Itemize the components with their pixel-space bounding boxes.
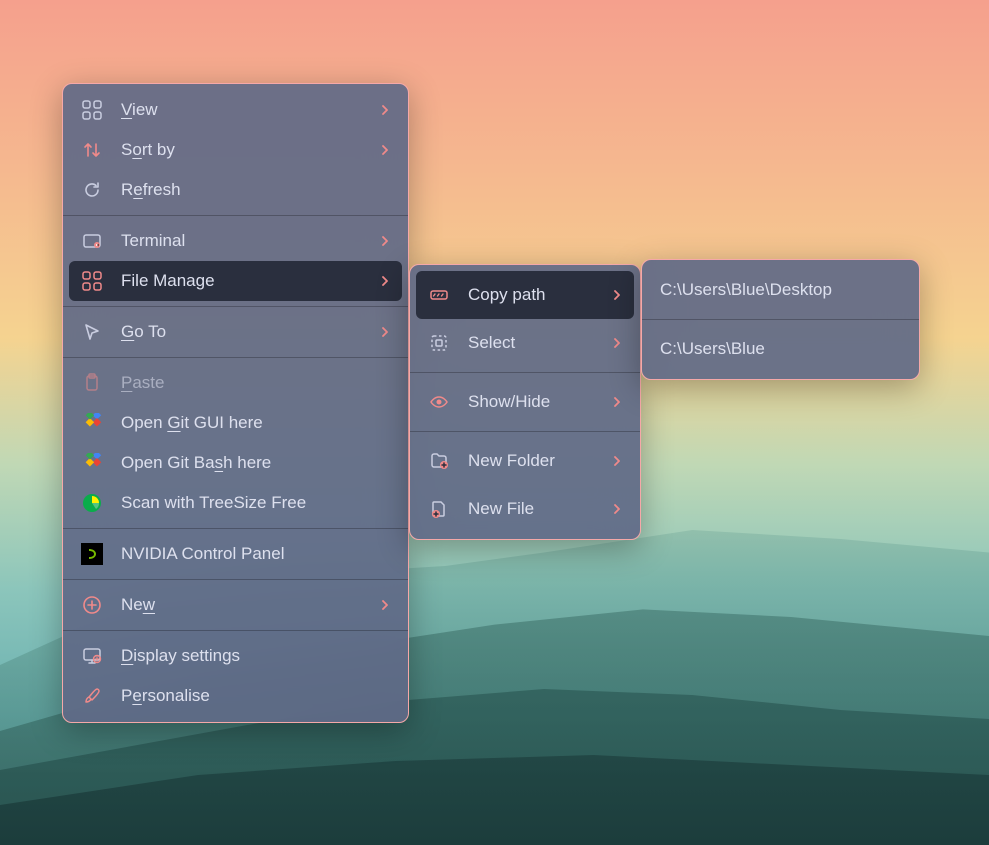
menu-item-sortby[interactable]: Sort by xyxy=(63,130,408,170)
cursor-icon xyxy=(81,321,103,343)
menu-item-label: New Folder xyxy=(468,451,612,471)
menu-item-label: Paste xyxy=(121,373,390,393)
menu-item-treesize[interactable]: Scan with TreeSize Free xyxy=(63,483,408,523)
menu-item-label: Select xyxy=(468,333,612,353)
context-menu-tertiary: C:\Users\Blue\Desktop C:\Users\Blue xyxy=(641,259,920,380)
menu-item-view[interactable]: View xyxy=(63,90,408,130)
nvidia-icon xyxy=(81,543,103,565)
menu-item-newfile[interactable]: New File xyxy=(410,485,640,533)
menu-separator xyxy=(410,372,640,373)
menu-item-label: C:\Users\Blue xyxy=(660,339,901,359)
git-icon xyxy=(81,452,103,474)
menu-separator xyxy=(63,579,408,580)
treesize-icon xyxy=(81,492,103,514)
menu-separator xyxy=(410,431,640,432)
menu-item-label: Copy path xyxy=(468,285,612,305)
folder-plus-icon xyxy=(428,450,450,472)
chevron-right-icon xyxy=(612,397,622,407)
chevron-right-icon xyxy=(380,236,390,246)
brush-icon xyxy=(81,685,103,707)
menu-item-showhide[interactable]: Show/Hide xyxy=(410,378,640,426)
menu-item-label: Terminal xyxy=(121,231,380,251)
menu-item-label: NVIDIA Control Panel xyxy=(121,544,390,564)
menu-item-label: New xyxy=(121,595,380,615)
grid-icon xyxy=(81,99,103,121)
menu-item-display[interactable]: Display settings xyxy=(63,636,408,676)
select-icon xyxy=(428,332,450,354)
menu-item-label: Personalise xyxy=(121,686,390,706)
menu-item-select[interactable]: Select xyxy=(410,319,640,367)
menu-item-newfolder[interactable]: New Folder xyxy=(410,437,640,485)
grid-icon xyxy=(81,270,103,292)
menu-item-nvidia[interactable]: NVIDIA Control Panel xyxy=(63,534,408,574)
menu-item-refresh[interactable]: Refresh xyxy=(63,170,408,210)
menu-item-path1[interactable]: C:\Users\Blue\Desktop xyxy=(642,266,919,314)
menu-item-personalise[interactable]: Personalise xyxy=(63,676,408,716)
menu-item-label: Display settings xyxy=(121,646,390,666)
menu-item-goto[interactable]: Go To xyxy=(63,312,408,352)
monitor-icon xyxy=(81,645,103,667)
chevron-right-icon xyxy=(612,290,622,300)
chevron-right-icon xyxy=(612,338,622,348)
git-icon xyxy=(81,412,103,434)
menu-item-label: Go To xyxy=(121,322,380,342)
menu-item-label: View xyxy=(121,100,380,120)
context-menu-primary: View Sort by Refresh Terminal File Manage Go … xyxy=(62,83,409,723)
menu-item-label: Open Git Bash here xyxy=(121,453,390,473)
menu-item-label: File Manage xyxy=(121,271,380,291)
chevron-right-icon xyxy=(612,456,622,466)
menu-separator xyxy=(642,319,919,320)
sort-icon xyxy=(81,139,103,161)
chevron-right-icon xyxy=(612,504,622,514)
menu-separator xyxy=(63,528,408,529)
menu-item-label: Scan with TreeSize Free xyxy=(121,493,390,513)
refresh-icon xyxy=(81,179,103,201)
chevron-right-icon xyxy=(380,600,390,610)
eye-icon xyxy=(428,391,450,413)
menu-separator xyxy=(63,630,408,631)
menu-item-label: Sort by xyxy=(121,140,380,160)
context-menu-submenu: Copy path Select Show/Hide New Folder New Fi… xyxy=(409,264,641,540)
chevron-right-icon xyxy=(380,276,390,286)
terminal-icon xyxy=(81,230,103,252)
menu-item-copypath[interactable]: Copy path xyxy=(416,271,634,319)
path-icon xyxy=(428,284,450,306)
menu-item-gitbash[interactable]: Open Git Bash here xyxy=(63,443,408,483)
menu-item-label: Show/Hide xyxy=(468,392,612,412)
chevron-right-icon xyxy=(380,145,390,155)
menu-item-terminal[interactable]: Terminal xyxy=(63,221,408,261)
menu-item-label: C:\Users\Blue\Desktop xyxy=(660,280,901,300)
menu-item-new[interactable]: New xyxy=(63,585,408,625)
menu-item-label: New File xyxy=(468,499,612,519)
menu-item-label: Open Git GUI here xyxy=(121,413,390,433)
menu-item-filemanage[interactable]: File Manage xyxy=(69,261,402,301)
menu-item-label: Refresh xyxy=(121,180,390,200)
paste-icon xyxy=(81,372,103,394)
chevron-right-icon xyxy=(380,105,390,115)
file-plus-icon xyxy=(428,498,450,520)
menu-item-paste: Paste xyxy=(63,363,408,403)
menu-separator xyxy=(63,357,408,358)
chevron-right-icon xyxy=(380,327,390,337)
menu-separator xyxy=(63,215,408,216)
menu-item-path2[interactable]: C:\Users\Blue xyxy=(642,325,919,373)
plus-icon xyxy=(81,594,103,616)
menu-separator xyxy=(63,306,408,307)
menu-item-gitgui[interactable]: Open Git GUI here xyxy=(63,403,408,443)
